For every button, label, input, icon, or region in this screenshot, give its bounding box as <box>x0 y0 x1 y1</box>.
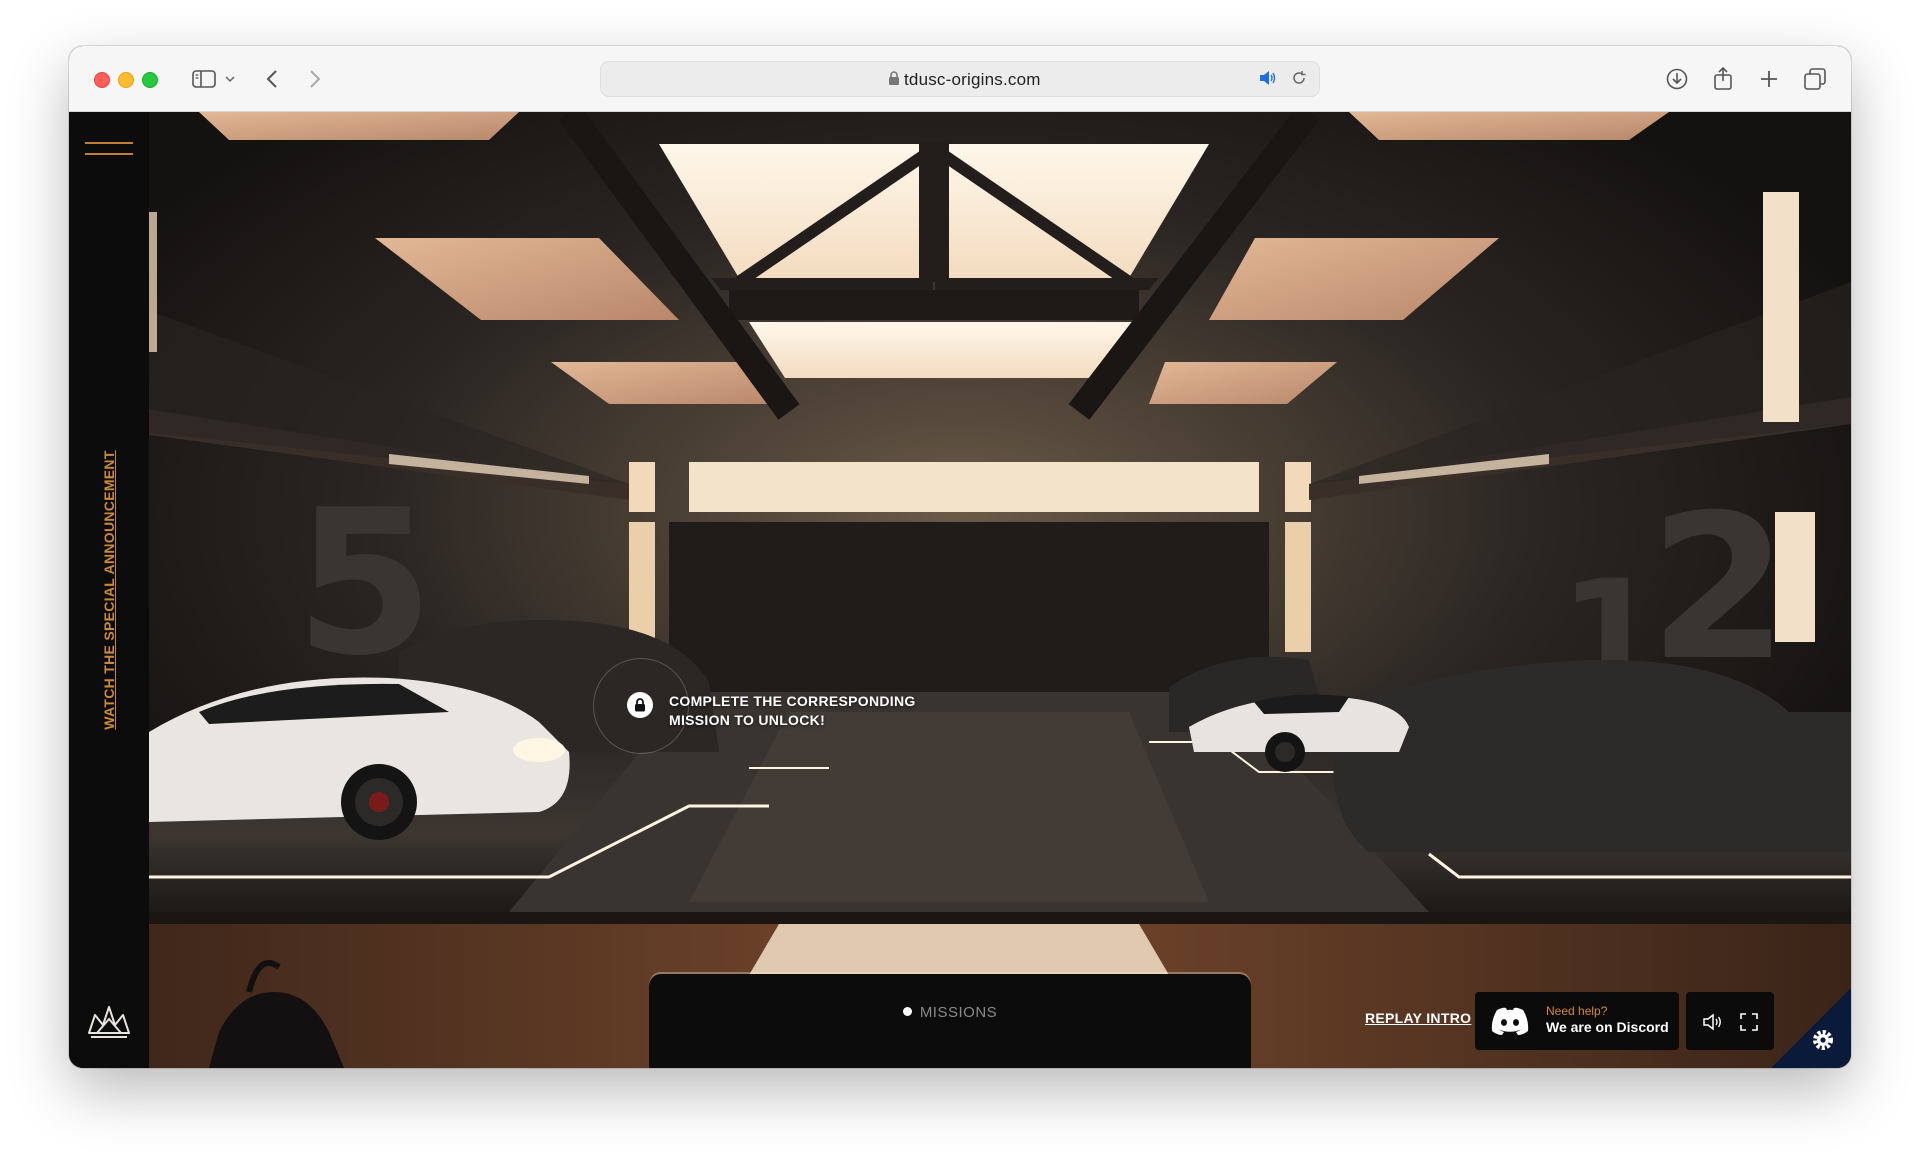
gear-icon[interactable] <box>1771 988 1851 1068</box>
padlock-icon <box>889 71 899 85</box>
back-icon[interactable] <box>257 64 287 94</box>
garage-render: 5 1 2 <box>69 112 1851 1068</box>
minimize-window-button[interactable] <box>118 72 134 88</box>
lock-icon <box>627 692 653 718</box>
missions-tab[interactable]: MISSIONS <box>649 1004 1251 1021</box>
replay-intro-link[interactable]: REPLAY INTRO <box>1365 1010 1471 1026</box>
crown-logo-icon[interactable] <box>87 1003 131 1039</box>
watch-announcement-link[interactable]: WATCH THE SPECIAL ANNOUNCEMENT <box>101 450 117 729</box>
audio-playing-icon[interactable] <box>1259 70 1277 86</box>
discord-icon <box>1491 1007 1529 1035</box>
left-sidebar: WATCH THE SPECIAL ANNOUNCEMENT <box>69 112 149 1068</box>
missions-panel[interactable]: MISSIONS <box>649 974 1251 1068</box>
browser-window: tdusc-origins.com 5 1 2 WATCH THE SPECIA… <box>69 46 1851 1068</box>
discord-help-button[interactable]: Need help? We are on Discord <box>1475 992 1679 1050</box>
tab-overview-icon[interactable] <box>1800 64 1830 94</box>
missions-label: MISSIONS <box>919 1004 998 1021</box>
lock-message-line2: MISSION TO UNLOCK! <box>669 712 826 728</box>
garage-scene: 5 1 2 WATCH THE SPECIAL ANNOUNCEMENT COM… <box>69 112 1851 1068</box>
discord-cta-text: We are on Discord <box>1546 1019 1669 1035</box>
hamburger-icon[interactable] <box>85 142 133 156</box>
fullscreen-icon[interactable] <box>1738 1011 1760 1033</box>
lock-message-line1: COMPLETE THE CORRESPONDING <box>669 693 916 709</box>
reload-icon[interactable] <box>1291 70 1307 86</box>
downloads-icon[interactable] <box>1662 64 1692 94</box>
browser-toolbar: tdusc-origins.com <box>69 46 1851 112</box>
forward-icon[interactable] <box>300 64 330 94</box>
url-text: tdusc-origins.com <box>904 70 1041 89</box>
zoom-window-button[interactable] <box>142 72 158 88</box>
close-window-button[interactable] <box>94 72 110 88</box>
sidebar-toggle-icon[interactable] <box>189 64 219 94</box>
media-controls <box>1686 992 1774 1050</box>
address-bar[interactable]: tdusc-origins.com <box>600 61 1320 97</box>
speaker-icon[interactable] <box>1702 1011 1724 1033</box>
discord-help-text: Need help? <box>1546 1004 1608 1018</box>
new-tab-icon[interactable] <box>1754 64 1784 94</box>
chevron-down-icon[interactable] <box>221 64 239 94</box>
share-icon[interactable] <box>1708 64 1738 94</box>
lock-message: COMPLETE THE CORRESPONDING MISSION TO UN… <box>669 692 916 730</box>
missions-dot-icon <box>902 1007 912 1016</box>
